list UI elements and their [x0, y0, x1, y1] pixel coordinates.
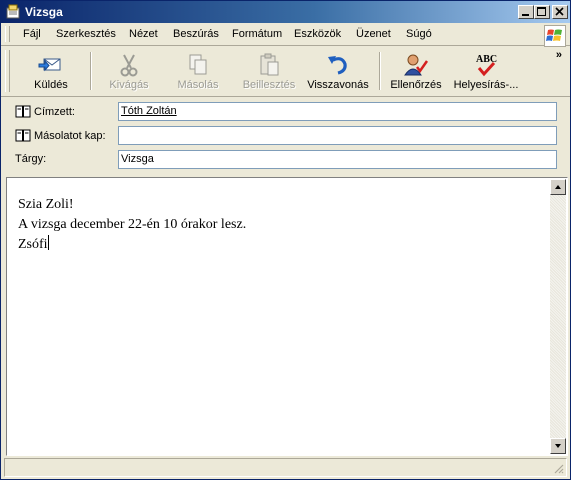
- message-line: Szia Zoli!: [18, 197, 74, 212]
- cut-button[interactable]: Kivágás: [99, 48, 159, 94]
- close-button[interactable]: [552, 5, 568, 19]
- scroll-down-button[interactable]: [550, 438, 566, 454]
- menu-edit[interactable]: Szerkesztés: [56, 28, 116, 40]
- scroll-up-button[interactable]: [550, 179, 566, 195]
- vertical-scrollbar[interactable]: [550, 179, 566, 454]
- to-label-button[interactable]: Címzett:: [15, 105, 75, 118]
- menu-insert[interactable]: Beszúrás: [173, 28, 219, 40]
- toolbar-overflow-button[interactable]: »: [556, 49, 562, 61]
- menubar-grip[interactable]: [5, 26, 10, 42]
- menu-tools[interactable]: Eszközök: [294, 28, 341, 40]
- subject-label: Tárgy:: [15, 153, 47, 165]
- subject-field[interactable]: Vizsga: [118, 150, 557, 169]
- arrow-down-icon: [555, 444, 561, 448]
- signature-text: Zsófi: [18, 237, 48, 252]
- menu-message[interactable]: Üzenet: [356, 28, 391, 40]
- message-line: A vizsga december 22-én 10 órakor lesz.: [18, 217, 247, 232]
- spelling-icon: ABC: [476, 54, 497, 77]
- menu-help[interactable]: Súgó: [406, 28, 432, 40]
- menu-view[interactable]: Nézet: [129, 28, 158, 40]
- menu-bar: Fájl Szerkesztés Nézet Beszúrás Formátum…: [1, 23, 570, 47]
- window-title: Vizsga: [25, 5, 63, 19]
- cc-label: Másolatot kap:: [34, 130, 106, 142]
- menu-format[interactable]: Formátum: [232, 28, 282, 40]
- menu-file[interactable]: Fájl: [23, 28, 41, 40]
- message-text[interactable]: Szia Zoli! A vizsga december 22-én 10 ór…: [18, 195, 246, 255]
- title-bar[interactable]: Vizsga: [1, 1, 570, 23]
- windows-logo-icon: [544, 25, 566, 47]
- close-icon: [555, 7, 564, 16]
- send-icon: [38, 58, 61, 72]
- maximize-button[interactable]: [534, 5, 550, 19]
- toolbar: Küldés Kivágás Másolás Beillesztés Vissz…: [1, 46, 570, 97]
- copy-icon: [189, 54, 207, 75]
- spelling-button[interactable]: ABC Helyesírás-...: [451, 48, 521, 94]
- status-bar: [4, 458, 567, 477]
- cc-row: Másolatot kap:: [1, 126, 570, 146]
- message-line: Zsófi: [18, 235, 246, 255]
- scissors-icon: [120, 54, 138, 77]
- check-names-button[interactable]: Ellenőrzés: [387, 48, 445, 94]
- toolbar-grip[interactable]: [5, 50, 10, 92]
- clipboard-icon: [260, 53, 279, 76]
- message-body[interactable]: Szia Zoli! A vizsga december 22-én 10 ór…: [6, 177, 568, 456]
- message-icon: [6, 4, 20, 19]
- address-book-icon: [15, 105, 31, 118]
- undo-icon: [328, 56, 347, 75]
- to-field[interactable]: Tóth Zoltán: [118, 102, 557, 121]
- copy-button[interactable]: Másolás: [168, 48, 228, 94]
- maximize-icon: [537, 7, 546, 16]
- text-cursor: [47, 235, 49, 250]
- undo-button[interactable]: Visszavonás: [305, 48, 371, 94]
- subject-row: Tárgy: Vizsga: [1, 150, 570, 170]
- address-book-icon: [15, 129, 31, 142]
- compose-window: Vizsga Fájl Szerkesztés Nézet Beszúrás F…: [0, 0, 571, 480]
- minimize-button[interactable]: [518, 5, 534, 19]
- minimize-icon: [522, 14, 529, 16]
- cc-label-button[interactable]: Másolatot kap:: [15, 129, 106, 142]
- paste-button[interactable]: Beillesztés: [239, 48, 299, 94]
- toolbar-separator: [90, 52, 92, 90]
- arrow-up-icon: [555, 185, 561, 189]
- to-label: Címzett:: [34, 106, 75, 118]
- to-row: Címzett: Tóth Zoltán: [1, 102, 570, 122]
- send-button[interactable]: Küldés: [21, 48, 81, 94]
- check-names-icon: [404, 54, 429, 76]
- toolbar-separator: [379, 52, 381, 90]
- resize-grip-icon[interactable]: [552, 462, 564, 474]
- cc-field[interactable]: [118, 126, 557, 145]
